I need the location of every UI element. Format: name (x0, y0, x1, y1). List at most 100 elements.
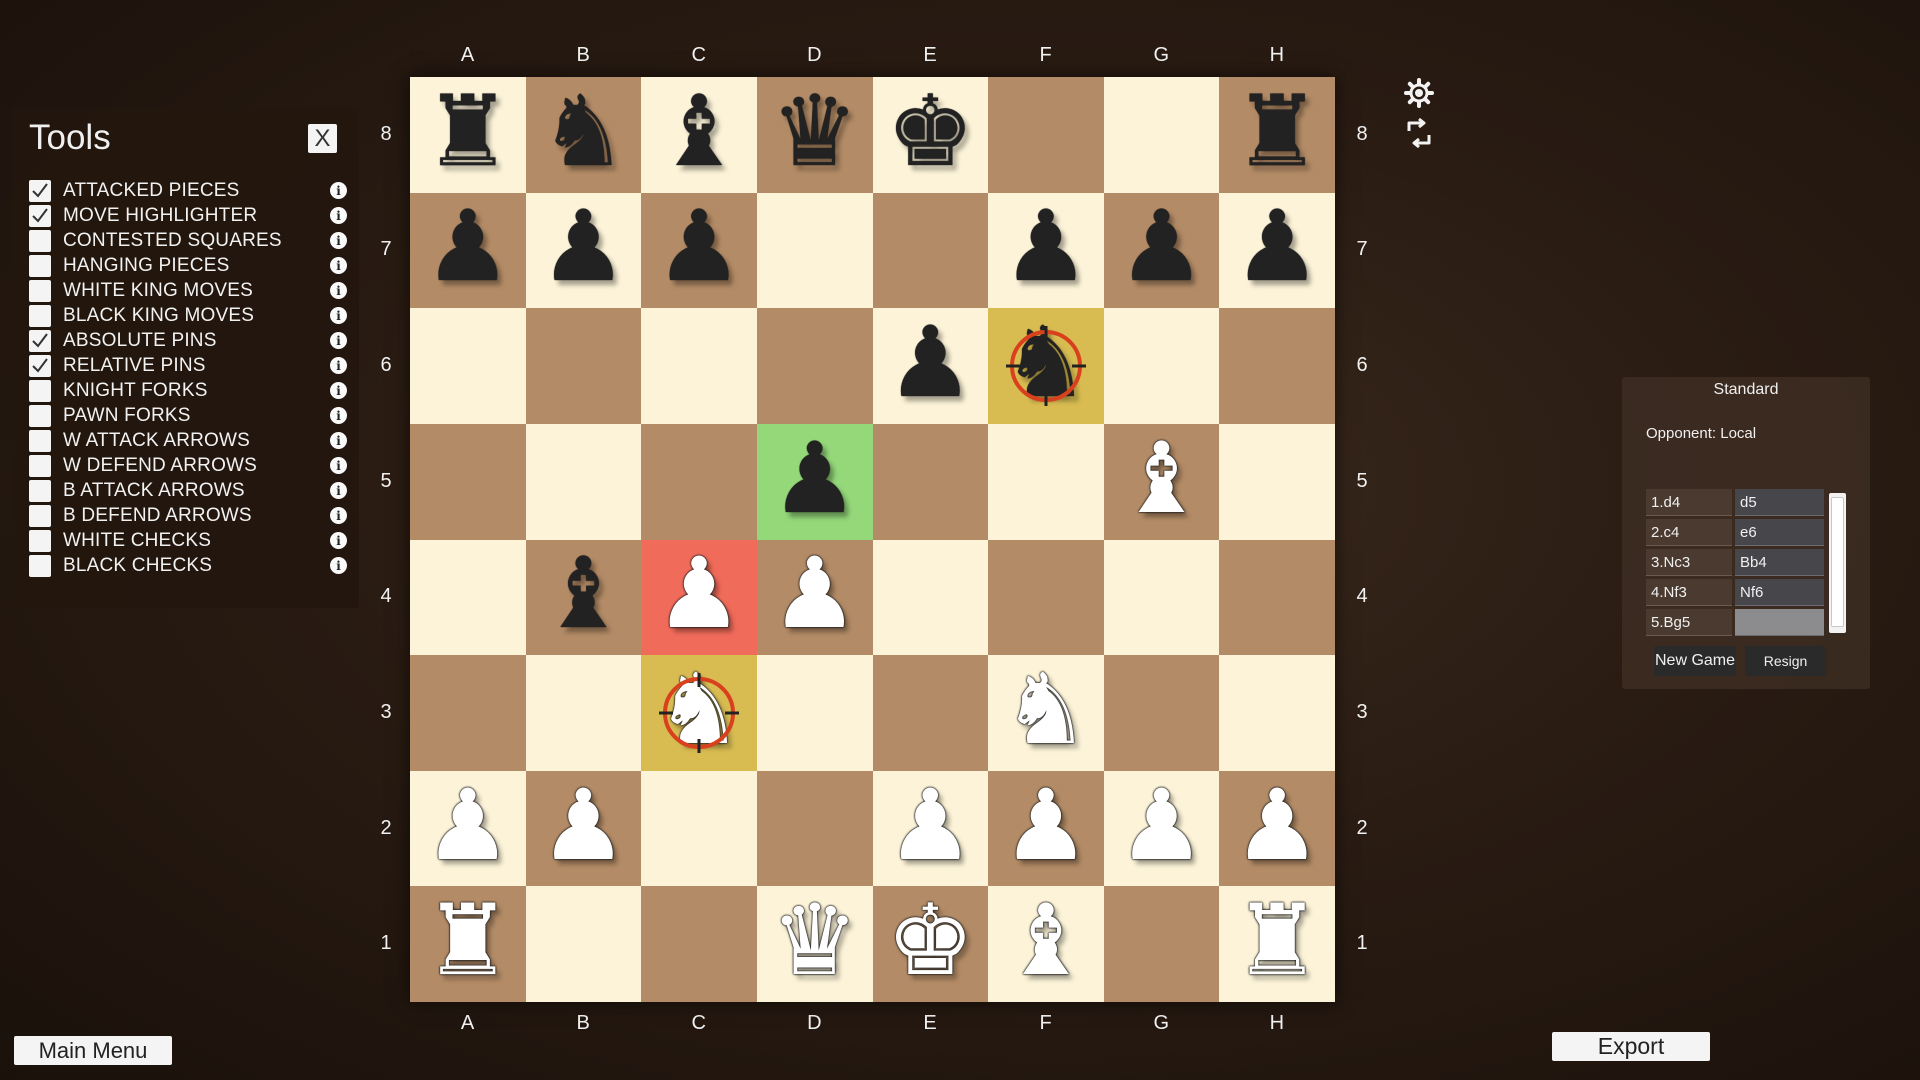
square-a6[interactable] (410, 308, 526, 424)
info-icon[interactable]: i (330, 457, 347, 474)
square-f1[interactable]: ♝ (988, 886, 1104, 1002)
tool-checkbox[interactable] (29, 554, 51, 577)
square-c7[interactable]: ♟ (641, 192, 757, 309)
black-move[interactable] (1735, 609, 1824, 636)
square-e6[interactable]: ♟ (872, 308, 989, 424)
export-button[interactable]: Export (1552, 1032, 1710, 1061)
square-f4[interactable] (988, 539, 1104, 656)
square-a8[interactable]: ♜ (410, 77, 526, 193)
tool-checkbox[interactable] (29, 529, 51, 552)
info-icon[interactable]: i (330, 332, 347, 349)
black-pawn-icon[interactable]: ♟ (1002, 198, 1090, 296)
tools-close-button[interactable]: X (308, 124, 337, 153)
flip-board-icon[interactable] (1403, 117, 1435, 149)
square-e2[interactable]: ♟ (872, 770, 989, 887)
square-g1[interactable] (1103, 886, 1220, 1002)
info-icon[interactable]: i (330, 282, 347, 299)
square-a1[interactable]: ♜ (410, 886, 526, 1002)
square-g7[interactable]: ♟ (1103, 192, 1220, 309)
new-game-button[interactable]: New Game (1654, 646, 1736, 676)
info-icon[interactable]: i (330, 557, 347, 574)
square-d1[interactable]: ♛ (756, 886, 873, 1002)
white-move[interactable]: 2.c4 (1646, 519, 1732, 546)
square-a7[interactable]: ♟ (410, 192, 526, 309)
square-a5[interactable] (410, 423, 526, 540)
square-a4[interactable] (410, 539, 526, 656)
white-move[interactable]: 5.Bg5 (1646, 609, 1732, 636)
white-rook-icon[interactable]: ♜ (424, 892, 512, 990)
black-rook-icon[interactable]: ♜ (424, 83, 512, 181)
tool-checkbox[interactable] (29, 304, 51, 327)
tool-checkbox[interactable] (29, 254, 51, 277)
square-b1[interactable] (525, 886, 642, 1002)
square-a3[interactable] (410, 655, 526, 771)
white-pawn-icon[interactable]: ♟ (1002, 777, 1090, 875)
black-king-icon[interactable]: ♚ (886, 83, 974, 181)
tool-checkbox[interactable] (29, 454, 51, 477)
square-d7[interactable] (756, 192, 873, 309)
white-pawn-icon[interactable]: ♟ (1118, 777, 1206, 875)
white-move[interactable]: 1.d4 (1646, 489, 1732, 516)
square-g4[interactable] (1103, 539, 1220, 656)
scrollbar-thumb[interactable] (1831, 497, 1844, 627)
chess-board[interactable]: ♜ ♞ ♝ ♛ ♚ ♜ ♟ ♟ ♟ ♟ ♟ ♟ ♟ ♞ ♟ ♝ ♝ ♟ ♟ ♞ ♞ ♟ ♟ ♟ ♟ ♟ ♟ ♜ ♛ ♚ ♝ ♜ (410, 77, 1335, 1002)
tool-checkbox[interactable] (29, 479, 51, 502)
black-move[interactable]: Bb4 (1735, 549, 1824, 576)
square-d2[interactable] (756, 770, 873, 887)
black-bishop-icon[interactable]: ♝ (540, 545, 628, 643)
black-pawn-icon[interactable]: ♟ (886, 314, 974, 412)
gear-icon[interactable] (1404, 78, 1434, 108)
square-h7[interactable]: ♟ (1219, 192, 1335, 309)
tool-checkbox[interactable] (29, 504, 51, 527)
main-menu-button[interactable]: Main Menu (14, 1036, 172, 1065)
square-d6[interactable] (756, 308, 873, 424)
square-c6[interactable] (641, 308, 757, 424)
square-c5[interactable] (641, 423, 757, 540)
white-knight-icon[interactable]: ♞ (1002, 661, 1090, 759)
black-rook-icon[interactable]: ♜ (1233, 83, 1321, 181)
move-list[interactable]: 1.d4 d5 2.c4 e6 3.Nc3 Bb4 4.Nf3 Nf6 5.Bg… (1646, 489, 1842, 636)
square-g2[interactable]: ♟ (1103, 770, 1220, 887)
square-g8[interactable] (1103, 77, 1220, 193)
square-f7[interactable]: ♟ (988, 192, 1104, 309)
info-icon[interactable]: i (330, 482, 347, 499)
square-e1[interactable]: ♚ (872, 886, 989, 1002)
white-pawn-icon[interactable]: ♟ (655, 545, 743, 643)
square-h1[interactable]: ♜ (1219, 886, 1335, 1002)
square-f2[interactable]: ♟ (988, 770, 1104, 887)
black-pawn-icon[interactable]: ♟ (1118, 198, 1206, 296)
square-g3[interactable] (1103, 655, 1220, 771)
square-b2[interactable]: ♟ (525, 770, 642, 887)
square-e8[interactable]: ♚ (872, 77, 989, 193)
square-c3[interactable]: ♞ (641, 655, 757, 771)
white-move[interactable]: 4.Nf3 (1646, 579, 1732, 606)
white-bishop-icon[interactable]: ♝ (1118, 430, 1206, 528)
tool-checkbox[interactable] (29, 279, 51, 302)
square-d3[interactable] (756, 655, 873, 771)
info-icon[interactable]: i (330, 382, 347, 399)
square-e3[interactable] (872, 655, 989, 771)
tool-checkbox[interactable] (29, 329, 51, 352)
tool-checkbox[interactable] (29, 404, 51, 427)
info-icon[interactable]: i (330, 307, 347, 324)
square-e7[interactable] (872, 192, 989, 309)
info-icon[interactable]: i (330, 207, 347, 224)
square-a2[interactable]: ♟ (410, 770, 526, 887)
black-pawn-icon[interactable]: ♟ (1233, 198, 1321, 296)
square-g6[interactable] (1103, 308, 1220, 424)
info-icon[interactable]: i (330, 532, 347, 549)
white-knight-icon[interactable]: ♞ (655, 661, 743, 759)
black-bishop-icon[interactable]: ♝ (655, 83, 743, 181)
square-d4[interactable]: ♟ (756, 539, 873, 656)
square-b4[interactable]: ♝ (525, 539, 642, 656)
black-knight-icon[interactable]: ♞ (540, 83, 628, 181)
square-b8[interactable]: ♞ (525, 77, 642, 193)
white-pawn-icon[interactable]: ♟ (1233, 777, 1321, 875)
black-queen-icon[interactable]: ♛ (771, 83, 859, 181)
square-h8[interactable]: ♜ (1219, 77, 1335, 193)
square-c8[interactable]: ♝ (641, 77, 757, 193)
square-h5[interactable] (1219, 423, 1335, 540)
move-list-scrollbar[interactable] (1829, 493, 1846, 633)
info-icon[interactable]: i (330, 407, 347, 424)
square-h2[interactable]: ♟ (1219, 770, 1335, 887)
